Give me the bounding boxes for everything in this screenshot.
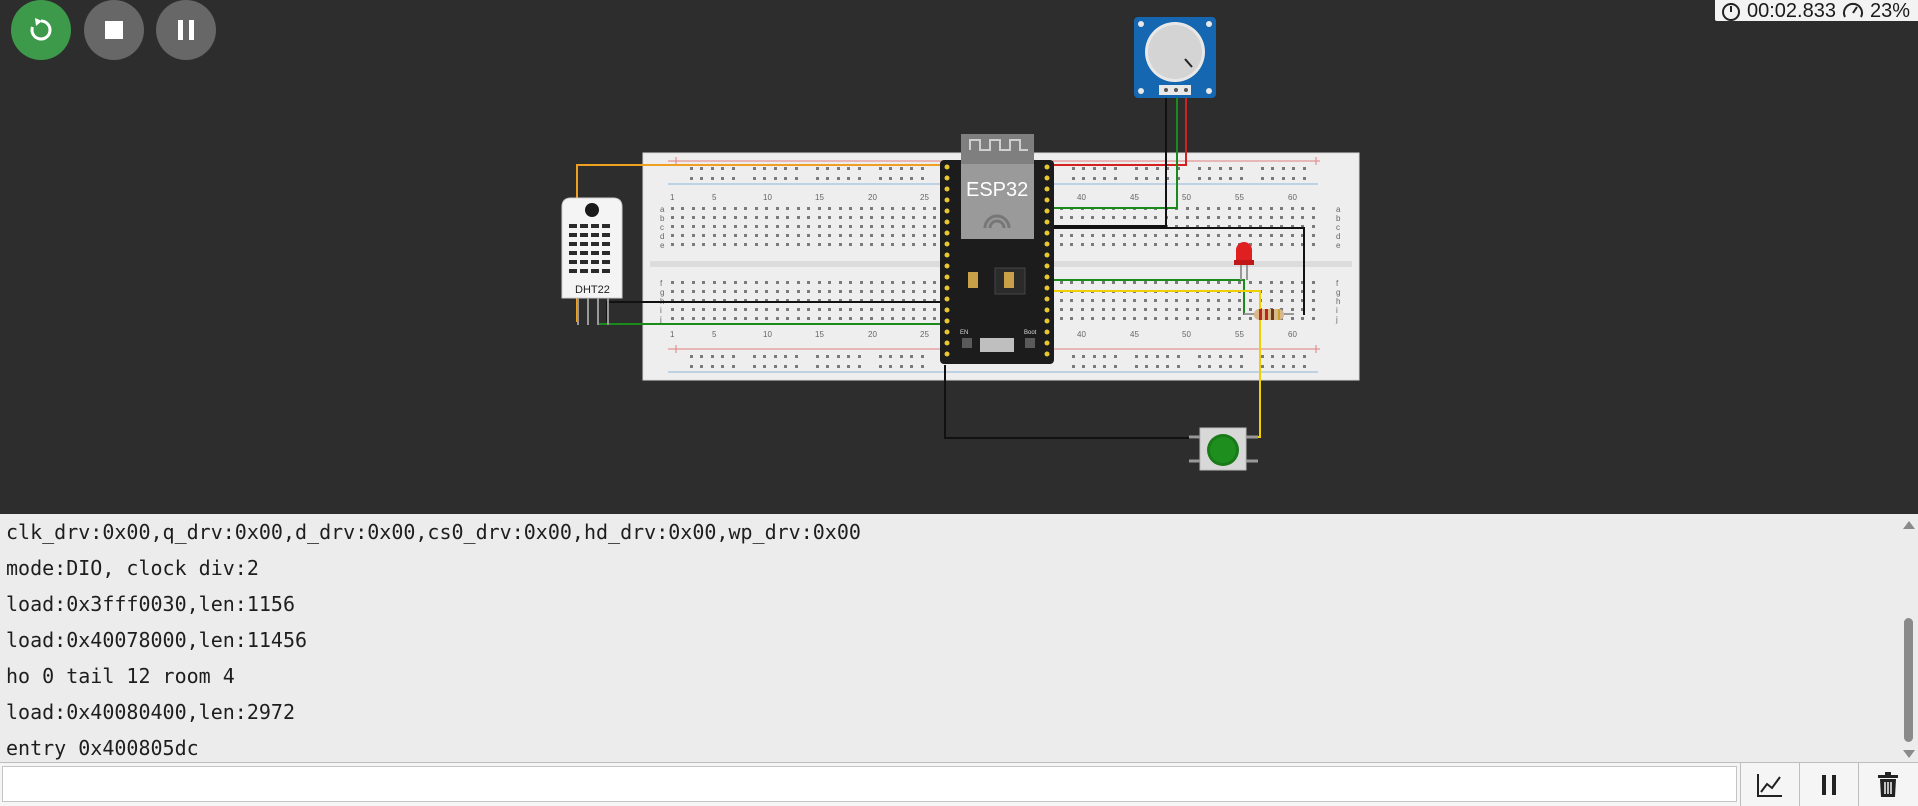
scroll-up-arrow[interactable] — [1903, 521, 1915, 529]
chart-icon — [1757, 773, 1782, 797]
serial-monitor-output: clk_drv:0x00,q_drv:0x00,d_drv:0x00,cs0_d… — [0, 514, 1900, 762]
svg-text:25: 25 — [920, 330, 929, 339]
bb-col-5: 5 — [712, 193, 717, 202]
svg-text:c: c — [1336, 223, 1340, 232]
bb-col-40: 40 — [1077, 193, 1086, 202]
svg-text:j: j — [1335, 315, 1338, 324]
en-label: EN — [960, 330, 968, 336]
pause-simulation-button[interactable] — [156, 0, 216, 60]
svg-text:d: d — [660, 232, 664, 241]
scroll-thumb[interactable] — [1904, 618, 1913, 742]
serial-line: entry 0x400805dc — [6, 736, 199, 760]
svg-text:50: 50 — [1182, 330, 1191, 339]
serial-line: mode:DIO, clock div:2 — [6, 556, 259, 580]
svg-text:a: a — [1336, 205, 1341, 214]
bb-col-20: 20 — [868, 193, 877, 202]
svg-text:e: e — [660, 241, 665, 250]
stop-icon — [105, 21, 123, 39]
serial-line: load:0x3fff0030,len:1156 — [6, 592, 295, 616]
clear-serial-button[interactable] — [1858, 763, 1917, 806]
svg-text:1: 1 — [670, 330, 675, 339]
boot-label: Boot — [1024, 330, 1037, 336]
dht22-label: DHT22 — [575, 284, 610, 296]
serial-line: clk_drv:0x00,q_drv:0x00,d_drv:0x00,cs0_d… — [6, 520, 861, 544]
serial-scrollbar[interactable] — [1900, 514, 1918, 762]
potentiometer[interactable] — [1134, 17, 1216, 98]
svg-text:15: 15 — [815, 330, 824, 339]
circuit-diagram: 1 5 10 15 20 25 40 45 50 55 60 1 5 10 15… — [561, 17, 1360, 471]
pause-icon — [1822, 774, 1836, 795]
svg-text:g: g — [660, 288, 664, 297]
bb-col-15: 15 — [815, 193, 824, 202]
svg-text:b: b — [1336, 214, 1341, 223]
pause-icon — [178, 20, 194, 40]
svg-text:h: h — [1336, 297, 1340, 306]
svg-text:b: b — [660, 214, 665, 223]
svg-text:20: 20 — [868, 330, 877, 339]
svg-text:d: d — [1336, 232, 1340, 241]
bb-col-50: 50 — [1182, 193, 1191, 202]
timer-icon — [1721, 2, 1740, 21]
serial-input[interactable] — [2, 766, 1737, 802]
serial-toolbar — [0, 762, 1918, 806]
svg-text:5: 5 — [712, 330, 717, 339]
performance-percent: 23% — [1869, 0, 1910, 22]
svg-text:a: a — [660, 205, 665, 214]
svg-text:c: c — [660, 223, 664, 232]
restart-icon — [30, 18, 52, 41]
bb-col-10: 10 — [763, 193, 772, 202]
bb-col-1: 1 — [670, 193, 675, 202]
stop-simulation-button[interactable] — [84, 0, 144, 60]
svg-text:g: g — [1336, 288, 1340, 297]
svg-text:40: 40 — [1077, 330, 1086, 339]
speedometer-icon — [1842, 2, 1863, 17]
bb-col-45: 45 — [1130, 193, 1139, 202]
serial-line: ho 0 tail 12 room 4 — [6, 664, 235, 688]
elapsed-time: 00:02.833 — [1746, 0, 1836, 22]
svg-text:i: i — [1336, 306, 1338, 315]
svg-text:60: 60 — [1288, 330, 1297, 339]
simulation-canvas[interactable]: 1 5 10 15 20 25 40 45 50 55 60 1 5 10 15… — [0, 0, 1918, 514]
push-button[interactable] — [1189, 427, 1258, 471]
esp32-label: ESP32 — [966, 179, 1028, 201]
svg-text:e: e — [1336, 241, 1341, 250]
simulation-status: 00:02.833 23% — [1714, 0, 1918, 22]
svg-text:10: 10 — [763, 330, 772, 339]
pause-serial-button[interactable] — [1799, 763, 1858, 806]
svg-text:45: 45 — [1130, 330, 1139, 339]
svg-text:i: i — [660, 306, 662, 315]
trash-icon — [1878, 771, 1898, 797]
serial-line: load:0x40078000,len:11456 — [6, 628, 308, 652]
restart-simulation-button[interactable] — [11, 0, 71, 60]
bb-col-55: 55 — [1235, 193, 1244, 202]
plotter-button[interactable] — [1740, 763, 1799, 806]
serial-line: load:0x40080400,len:2972 — [6, 700, 295, 724]
svg-text:55: 55 — [1235, 330, 1244, 339]
svg-text:j: j — [659, 315, 662, 324]
esp32-board[interactable]: ESP32 EN Boot — [940, 134, 1054, 364]
bb-col-60: 60 — [1288, 193, 1297, 202]
dht22-sensor[interactable]: DHT22 — [561, 197, 623, 325]
bb-col-25: 25 — [920, 193, 929, 202]
scroll-down-arrow[interactable] — [1903, 750, 1915, 758]
